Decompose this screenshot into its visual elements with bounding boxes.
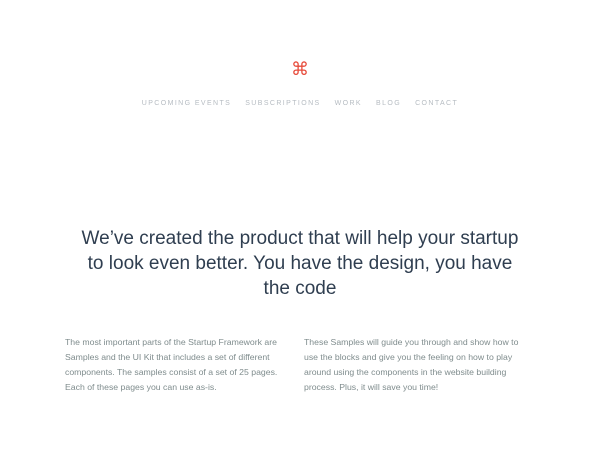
nav-item-upcoming-events[interactable]: UPCOMING EVENTS [142,100,231,107]
intro-text-right: These Samples will guide you through and… [304,337,519,392]
command-logo-icon[interactable]: ⌘ [0,60,600,80]
nav-item-blog[interactable]: BLOG [376,100,401,107]
hero-headline: We’ve created the product that will help… [81,228,519,299]
page: ⌘ UPCOMING EVENTS SUBSCRIPTIONS WORK BLO… [0,0,600,455]
main-nav: UPCOMING EVENTS SUBSCRIPTIONS WORK BLOG … [0,100,600,107]
nav-item-contact[interactable]: CONTACT [415,100,458,107]
nav-item-subscriptions[interactable]: SUBSCRIPTIONS [245,100,320,107]
nav-item-work[interactable]: WORK [335,100,362,107]
intro-text-left: The most important parts of the Startup … [65,337,278,392]
